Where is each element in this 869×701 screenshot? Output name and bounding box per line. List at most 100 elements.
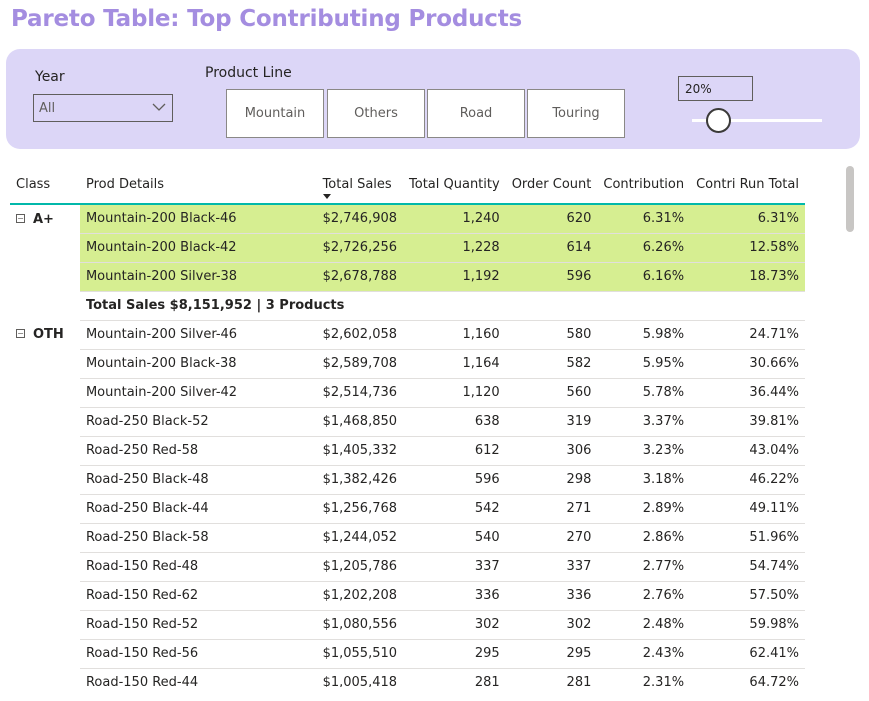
order-count-cell: 560 <box>505 378 598 408</box>
contri-run-total-cell: 46.22% <box>690 465 805 495</box>
total-quantity-cell: 281 <box>403 668 506 687</box>
table-row[interactable]: Mountain-200 Silver-42 $2,514,736 1,120 560… <box>10 378 805 408</box>
table-row[interactable]: − OTH Mountain-200 Silver-46 $2,602,058 1,16… <box>10 320 805 350</box>
contribution-cell: 2.76% <box>597 581 691 611</box>
order-count-cell: 270 <box>505 523 598 553</box>
total-sales-cell: $2,514,736 <box>316 378 404 408</box>
prod-details-cell: Road-250 Black-52 <box>79 407 317 437</box>
product-line-touring-button[interactable]: Touring <box>527 89 625 138</box>
table-row[interactable]: Mountain-200 Black-42 $2,726,256 1,228 614 6… <box>10 233 805 263</box>
contri-run-total-cell: 39.81% <box>690 407 805 437</box>
table-row[interactable]: Road-150 Red-56 $1,055,510 295 295 2.43% 62.4… <box>10 639 805 669</box>
total-sales-cell: $1,202,208 <box>316 581 404 611</box>
prod-details-cell: Road-150 Red-44 <box>79 668 317 687</box>
chevron-down-icon <box>152 103 166 111</box>
column-header-total-quantity[interactable]: Total Quantity <box>403 165 506 205</box>
total-quantity-cell: 1,192 <box>403 262 506 292</box>
total-sales-cell: $2,726,256 <box>316 233 404 263</box>
table-row[interactable]: − A+ Mountain-200 Black-46 $2,746,908 1,240 6… <box>10 204 805 234</box>
total-quantity-cell: 302 <box>403 610 506 640</box>
page-title: Pareto Table: Top Contributing Products <box>11 6 523 32</box>
group-total-row: Total Sales $8,151,952 | 3 Products <box>10 291 805 321</box>
pareto-table: Class Prod Details Total Sales Total Qua… <box>10 165 805 687</box>
prod-details-cell: Mountain-200 Silver-46 <box>79 320 317 350</box>
column-header-contri-run-total[interactable]: Contri Run Total <box>690 165 805 205</box>
table-row[interactable]: Road-150 Red-52 $1,080,556 302 302 2.48% 59.9… <box>10 610 805 640</box>
column-header-prod-details[interactable]: Prod Details <box>79 165 317 205</box>
order-count-cell: 295 <box>505 639 598 669</box>
contribution-cell: 5.78% <box>597 378 691 408</box>
column-header-order-count[interactable]: Order Count <box>505 165 598 205</box>
total-sales-cell: $1,005,418 <box>316 668 404 687</box>
prod-details-cell: Road-150 Red-56 <box>79 639 317 669</box>
class-label: A+ <box>33 212 54 227</box>
threshold-input[interactable]: 20% <box>678 76 753 101</box>
product-line-others-button[interactable]: Others <box>327 89 425 138</box>
contribution-cell: 3.18% <box>597 465 691 495</box>
table-row[interactable]: Road-150 Red-44 $1,005,418 281 281 2.31% 64.7… <box>10 668 805 687</box>
prod-details-cell: Road-250 Black-44 <box>79 494 317 524</box>
contri-run-total-cell: 59.98% <box>690 610 805 640</box>
prod-details-cell: Road-250 Black-48 <box>79 465 317 495</box>
total-sales-cell: $2,589,708 <box>316 349 404 379</box>
column-header-class[interactable]: Class <box>10 165 80 205</box>
table-row[interactable]: Road-250 Red-58 $1,405,332 612 306 3.23% 43.0… <box>10 436 805 466</box>
sort-descending-icon <box>322 194 331 199</box>
class-cell: − OTH <box>10 320 80 687</box>
contribution-cell: 2.86% <box>597 523 691 553</box>
total-quantity-cell: 1,240 <box>403 204 506 234</box>
product-line-label: Product Line <box>205 65 292 81</box>
contribution-cell: 3.37% <box>597 407 691 437</box>
prod-details-cell: Mountain-200 Black-46 <box>79 204 317 234</box>
table-body: − A+ Mountain-200 Black-46 $2,746,908 1,240 6… <box>10 204 805 687</box>
contri-run-total-cell: 43.04% <box>690 436 805 466</box>
order-count-cell: 319 <box>505 407 598 437</box>
order-count-cell: 281 <box>505 668 598 687</box>
table-row[interactable]: Road-250 Black-44 $1,256,768 542 271 2.89% 49… <box>10 494 805 524</box>
total-sales-cell: $1,244,052 <box>316 523 404 553</box>
group-total-label: Total Sales $8,151,952 | 3 Products <box>79 291 805 321</box>
total-quantity-cell: 596 <box>403 465 506 495</box>
contribution-cell: 2.31% <box>597 668 691 687</box>
table-header-row: Class Prod Details Total Sales Total Qua… <box>10 165 805 205</box>
contri-run-total-cell: 12.58% <box>690 233 805 263</box>
contri-run-total-cell: 57.50% <box>690 581 805 611</box>
total-quantity-cell: 1,120 <box>403 378 506 408</box>
contri-run-total-cell: 49.11% <box>690 494 805 524</box>
contri-run-total-cell: 6.31% <box>690 204 805 234</box>
collapse-icon[interactable]: − <box>16 329 25 338</box>
total-sales-cell: $1,256,768 <box>316 494 404 524</box>
total-quantity-cell: 337 <box>403 552 506 582</box>
table-row[interactable]: Road-150 Red-48 $1,205,786 337 337 2.77% 54.7… <box>10 552 805 582</box>
table-row[interactable]: Mountain-200 Silver-38 $2,678,788 1,192 596… <box>10 262 805 292</box>
table-row[interactable]: Road-150 Red-62 $1,202,208 336 336 2.76% 57.5… <box>10 581 805 611</box>
column-header-total-sales[interactable]: Total Sales <box>316 165 404 205</box>
prod-details-cell: Mountain-200 Black-42 <box>79 233 317 263</box>
table-row[interactable]: Road-250 Black-48 $1,382,426 596 298 3.18% 46… <box>10 465 805 495</box>
total-quantity-cell: 638 <box>403 407 506 437</box>
order-count-cell: 614 <box>505 233 598 263</box>
table-row[interactable]: Road-250 Black-52 $1,468,850 638 319 3.37% 39… <box>10 407 805 437</box>
order-count-cell: 582 <box>505 349 598 379</box>
contri-run-total-cell: 64.72% <box>690 668 805 687</box>
table-row[interactable]: Mountain-200 Black-38 $2,589,708 1,164 582 5… <box>10 349 805 379</box>
contribution-cell: 5.98% <box>597 320 691 350</box>
table-row[interactable]: Road-250 Black-58 $1,244,052 540 270 2.86% 51… <box>10 523 805 553</box>
total-quantity-cell: 336 <box>403 581 506 611</box>
total-quantity-cell: 1,164 <box>403 349 506 379</box>
total-quantity-cell: 612 <box>403 436 506 466</box>
year-dropdown[interactable]: All <box>33 94 173 122</box>
threshold-slider-thumb[interactable] <box>706 108 731 133</box>
product-line-mountain-button[interactable]: Mountain <box>226 89 324 138</box>
product-line-road-button[interactable]: Road <box>427 89 525 138</box>
contribution-cell: 2.89% <box>597 494 691 524</box>
contribution-cell: 2.77% <box>597 552 691 582</box>
contribution-cell: 2.48% <box>597 610 691 640</box>
order-count-cell: 337 <box>505 552 598 582</box>
collapse-icon[interactable]: − <box>16 214 25 223</box>
vertical-scrollbar[interactable] <box>846 166 854 232</box>
column-header-contribution[interactable]: Contribution <box>597 165 691 205</box>
order-count-cell: 596 <box>505 262 598 292</box>
total-sales-cell: $1,468,850 <box>316 407 404 437</box>
contribution-cell: 6.31% <box>597 204 691 234</box>
